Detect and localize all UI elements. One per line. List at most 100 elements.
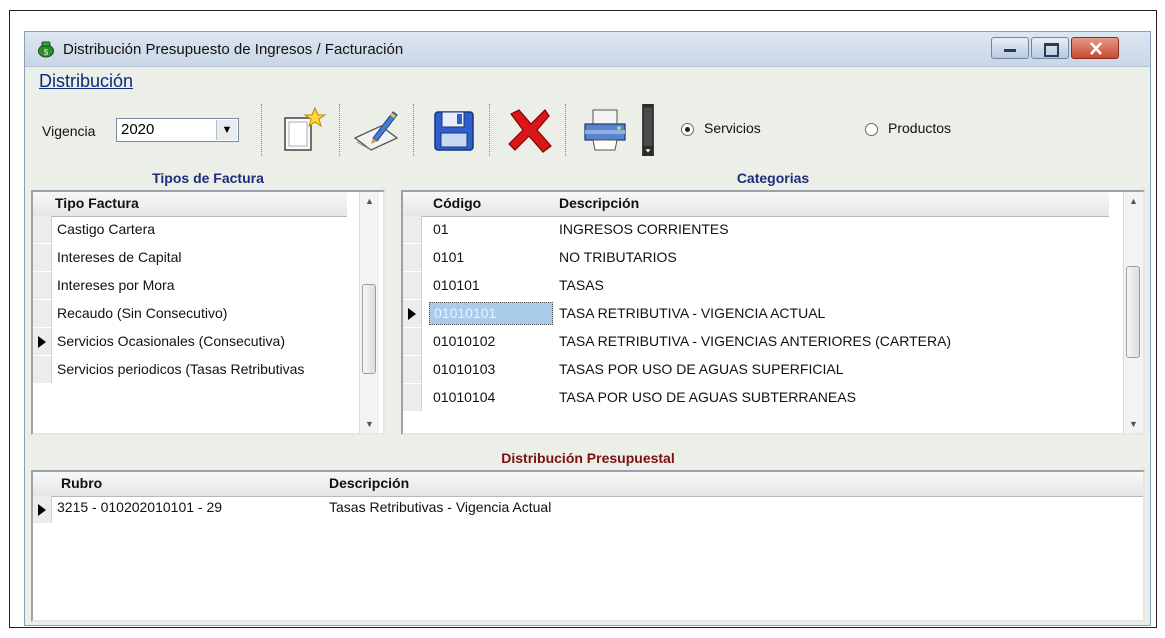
header-descripcion[interactable]: Descripción bbox=[559, 195, 639, 211]
minimize-button[interactable] bbox=[991, 37, 1029, 59]
tipo-factura-cell: Servicios Ocasionales (Consecutiva) bbox=[57, 333, 285, 349]
categorias-scrollbar[interactable]: ▲ ▼ bbox=[1123, 192, 1143, 433]
toolbar-separator bbox=[261, 104, 264, 156]
scroll-thumb[interactable] bbox=[362, 284, 376, 374]
maximize-icon bbox=[1044, 43, 1059, 57]
close-icon bbox=[1090, 42, 1102, 55]
rubro-cell: 3215 - 010202010101 - 29 bbox=[57, 499, 223, 515]
column-icon[interactable] bbox=[639, 104, 657, 156]
minimize-icon bbox=[1004, 49, 1016, 52]
row-selector[interactable] bbox=[33, 328, 52, 355]
tipo-factura-cell: Intereses de Capital bbox=[57, 249, 182, 265]
header-rubro[interactable]: Rubro bbox=[61, 475, 102, 491]
grid-header: Rubro Descripción bbox=[33, 472, 1143, 497]
toolbar-separator bbox=[413, 104, 416, 156]
codigo-cell[interactable]: 01010103 bbox=[433, 361, 495, 377]
descripcion-cell: TASAS bbox=[559, 277, 604, 293]
scroll-down-icon[interactable]: ▼ bbox=[1124, 415, 1143, 433]
table-row[interactable]: 3215 - 010202010101 - 29 Tasas Retributiv… bbox=[33, 496, 1141, 524]
codigo-cell[interactable]: 01010104 bbox=[433, 389, 495, 405]
header-descripcion[interactable]: Descripción bbox=[329, 475, 409, 491]
menu-distribucion[interactable]: Distribución bbox=[39, 71, 133, 92]
codigo-cell[interactable]: 01010101 bbox=[429, 302, 553, 325]
descripcion-cell: Tasas Retributivas - Vigencia Actual bbox=[329, 499, 552, 515]
new-icon[interactable] bbox=[277, 104, 329, 156]
print-icon[interactable] bbox=[579, 104, 631, 156]
table-row[interactable]: 01 INGRESOS CORRIENTES bbox=[403, 216, 1119, 244]
codigo-cell[interactable]: 01 bbox=[433, 221, 449, 237]
vigencia-select[interactable]: 2020 ▼ bbox=[116, 118, 239, 142]
tipo-factura-cell: Intereses por Mora bbox=[57, 277, 175, 293]
svg-text:$: $ bbox=[44, 48, 49, 57]
row-selector[interactable] bbox=[33, 244, 52, 271]
row-selector[interactable] bbox=[403, 244, 422, 271]
list-item[interactable]: Servicios Ocasionales (Consecutiva) bbox=[33, 328, 357, 356]
save-icon[interactable] bbox=[429, 104, 481, 156]
header-tipo-factura[interactable]: Tipo Factura bbox=[55, 195, 139, 211]
row-selector[interactable] bbox=[403, 384, 422, 411]
scroll-down-icon[interactable]: ▼ bbox=[360, 415, 379, 433]
list-item[interactable]: Servicios periodicos (Tasas Retributivas bbox=[33, 356, 357, 384]
distribucion-title: Distribución Presupuestal bbox=[501, 450, 675, 466]
toolbar-separator bbox=[489, 104, 492, 156]
header-codigo[interactable]: Código bbox=[433, 195, 481, 211]
tipos-factura-title: Tipos de Factura bbox=[152, 170, 264, 186]
grid-header: Tipo Factura bbox=[33, 192, 347, 217]
tipo-factura-cell: Recaudo (Sin Consecutivo) bbox=[57, 305, 228, 321]
scroll-up-icon[interactable]: ▲ bbox=[1124, 192, 1143, 210]
descripcion-cell: INGRESOS CORRIENTES bbox=[559, 221, 729, 237]
tipos-factura-grid: Tipo Factura Castigo Cartera Intereses de… bbox=[31, 190, 385, 435]
row-selector[interactable] bbox=[33, 216, 52, 243]
menu-bar: Distribución bbox=[25, 66, 1150, 96]
radio-unchecked-icon bbox=[865, 122, 878, 136]
main-window: $ Distribución Presupuesto de Ingresos /… bbox=[24, 31, 1151, 626]
row-selector[interactable] bbox=[403, 300, 422, 327]
codigo-cell[interactable]: 0101 bbox=[433, 249, 464, 265]
row-selector[interactable] bbox=[33, 496, 52, 523]
descripcion-cell: TASA RETRIBUTIVA - VIGENCIA ACTUAL bbox=[559, 305, 826, 321]
row-selector[interactable] bbox=[403, 272, 422, 299]
codigo-cell[interactable]: 010101 bbox=[433, 277, 480, 293]
radio-productos-label: Productos bbox=[888, 120, 952, 136]
distribucion-grid: Rubro Descripción 3215 - 010202010101 - … bbox=[31, 470, 1145, 622]
radio-productos[interactable]: Productos bbox=[865, 120, 951, 136]
table-row[interactable]: 010101 TASAS bbox=[403, 272, 1119, 300]
table-row[interactable]: 0101 NO TRIBUTARIOS bbox=[403, 244, 1119, 272]
delete-icon[interactable] bbox=[503, 104, 555, 156]
list-item[interactable]: Recaudo (Sin Consecutivo) bbox=[33, 300, 357, 328]
categorias-title: Categorias bbox=[736, 170, 810, 186]
codigo-cell[interactable]: 01010102 bbox=[433, 333, 495, 349]
row-selector[interactable] bbox=[33, 356, 52, 383]
scroll-thumb[interactable] bbox=[1126, 266, 1140, 358]
radio-servicios-label: Servicios bbox=[704, 120, 761, 136]
list-item[interactable]: Intereses por Mora bbox=[33, 272, 357, 300]
list-item[interactable]: Intereses de Capital bbox=[33, 244, 357, 272]
tipo-factura-cell: Servicios periodicos (Tasas Retributivas bbox=[57, 361, 305, 377]
row-selector[interactable] bbox=[403, 356, 422, 383]
chevron-down-icon[interactable]: ▼ bbox=[216, 120, 237, 140]
table-row[interactable]: 01010104 TASA POR USO DE AGUAS SUBTERRANE… bbox=[403, 384, 1119, 412]
row-selector[interactable] bbox=[33, 272, 52, 299]
list-item[interactable]: Castigo Cartera bbox=[33, 216, 357, 244]
descripcion-cell: NO TRIBUTARIOS bbox=[559, 249, 677, 265]
maximize-button[interactable] bbox=[1031, 37, 1069, 59]
title-bar[interactable]: $ Distribución Presupuesto de Ingresos /… bbox=[25, 32, 1150, 67]
descripcion-cell: TASA POR USO DE AGUAS SUBTERRANEAS bbox=[559, 389, 856, 405]
vigencia-label: Vigencia bbox=[42, 123, 96, 139]
categorias-grid: Código Descripción 01 INGRESOS CORRIENTES… bbox=[401, 190, 1145, 435]
money-bag-icon: $ bbox=[38, 41, 54, 58]
edit-icon[interactable] bbox=[351, 104, 403, 156]
tipos-scrollbar[interactable]: ▲ ▼ bbox=[359, 192, 379, 433]
table-row[interactable]: 01010102 TASA RETRIBUTIVA - VIGENCIAS ANT… bbox=[403, 328, 1119, 356]
row-selector[interactable] bbox=[403, 328, 422, 355]
close-button[interactable] bbox=[1071, 37, 1119, 59]
toolbar-separator bbox=[339, 104, 342, 156]
table-row[interactable]: 01010101 TASA RETRIBUTIVA - VIGENCIA ACTU… bbox=[403, 300, 1119, 328]
window-title: Distribución Presupuesto de Ingresos / F… bbox=[63, 41, 404, 58]
descripcion-cell: TASA RETRIBUTIVA - VIGENCIAS ANTERIORES … bbox=[559, 333, 952, 349]
table-row[interactable]: 01010103 TASAS POR USO DE AGUAS SUPERFICI… bbox=[403, 356, 1119, 384]
row-selector[interactable] bbox=[33, 300, 52, 327]
row-selector[interactable] bbox=[403, 216, 422, 243]
radio-servicios[interactable]: Servicios bbox=[681, 120, 761, 136]
scroll-up-icon[interactable]: ▲ bbox=[360, 192, 379, 210]
